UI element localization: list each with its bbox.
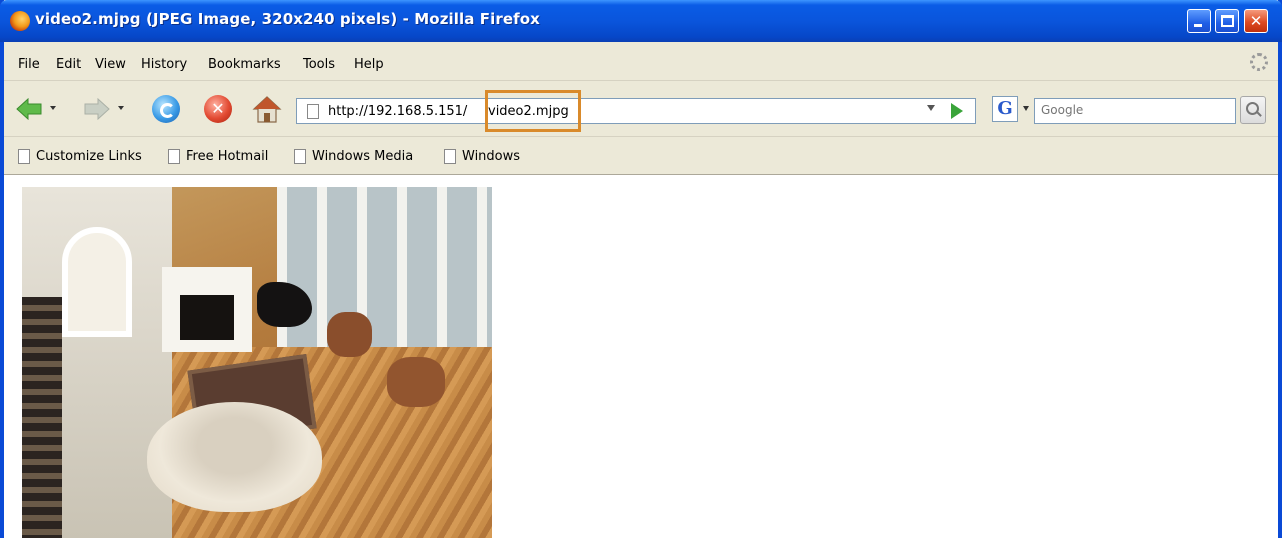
home-icon[interactable] (252, 95, 282, 123)
bookmark-label: Free Hotmail (186, 149, 269, 164)
close-button[interactable]: ✕ (1244, 9, 1268, 33)
close-icon: ✕ (1249, 12, 1263, 30)
bookmark-page-icon (294, 149, 306, 164)
activity-throbber-icon (1250, 53, 1268, 71)
minimize-button[interactable] (1187, 9, 1211, 33)
menu-help[interactable]: Help (354, 57, 384, 72)
photo-sofa (147, 402, 322, 512)
bookmark-label: Windows (462, 149, 521, 164)
forward-history-dropdown-icon[interactable] (118, 106, 124, 110)
menu-bar: File Edit View History Bookmarks Tools H… (4, 42, 1278, 81)
url-bar[interactable]: http://192.168.5.151/ video2.mjpg (296, 90, 976, 132)
menu-bookmarks[interactable]: Bookmarks (208, 57, 281, 72)
bookmark-page-icon (168, 149, 180, 164)
page-content (4, 175, 1278, 538)
maximize-icon (1221, 15, 1234, 27)
search-box[interactable] (1034, 98, 1236, 124)
back-arrow-icon[interactable] (16, 98, 42, 120)
menu-edit[interactable]: Edit (56, 57, 81, 72)
bookmark-label: Customize Links (36, 149, 142, 164)
photo-fireplace (162, 267, 252, 352)
minimize-icon (1194, 24, 1202, 27)
menu-file[interactable]: File (18, 57, 40, 72)
search-input[interactable] (1041, 103, 1221, 117)
firefox-logo-icon (10, 11, 30, 31)
bookmark-page-icon (18, 149, 30, 164)
search-magnifier-icon[interactable] (1240, 96, 1266, 124)
search-engine-icon[interactable]: G (992, 96, 1018, 122)
menu-history[interactable]: History (141, 57, 187, 72)
photo-bookshelf-arch (62, 227, 132, 337)
window-title: video2.mjpg (JPEG Image, 320x240 pixels)… (35, 10, 540, 28)
url-path-highlight-box (485, 90, 581, 132)
url-host[interactable]: http://192.168.5.151/ (328, 104, 467, 119)
photo-staircase (22, 297, 62, 538)
back-history-dropdown-icon[interactable] (50, 106, 56, 110)
menu-view[interactable]: View (95, 57, 126, 72)
bookmark-label: Windows Media (312, 149, 414, 164)
photo-armchair (387, 357, 445, 407)
go-arrow-icon[interactable] (951, 103, 963, 119)
page-icon (307, 104, 319, 119)
reload-icon[interactable] (152, 95, 180, 123)
bookmarks-toolbar: Customize Links Free Hotmail Windows Med… (4, 137, 1278, 175)
maximize-button[interactable] (1215, 9, 1239, 33)
title-bar[interactable]: video2.mjpg (JPEG Image, 320x240 pixels)… (0, 0, 1282, 42)
bookmark-page-icon (444, 149, 456, 164)
camera-jpeg-image (22, 187, 492, 538)
stop-icon[interactable]: ✕ (204, 95, 232, 123)
menu-tools[interactable]: Tools (303, 57, 335, 72)
search-engine-dropdown-icon[interactable] (1023, 106, 1029, 111)
photo-windows (277, 187, 492, 347)
forward-arrow-icon[interactable] (84, 98, 110, 120)
navigation-toolbar: ✕ http://192.168.5.151/ video2.mjpg G (4, 81, 1278, 137)
firefox-window: video2.mjpg (JPEG Image, 320x240 pixels)… (0, 0, 1282, 538)
url-history-dropdown-icon[interactable] (927, 105, 935, 111)
photo-armchair (327, 312, 372, 357)
